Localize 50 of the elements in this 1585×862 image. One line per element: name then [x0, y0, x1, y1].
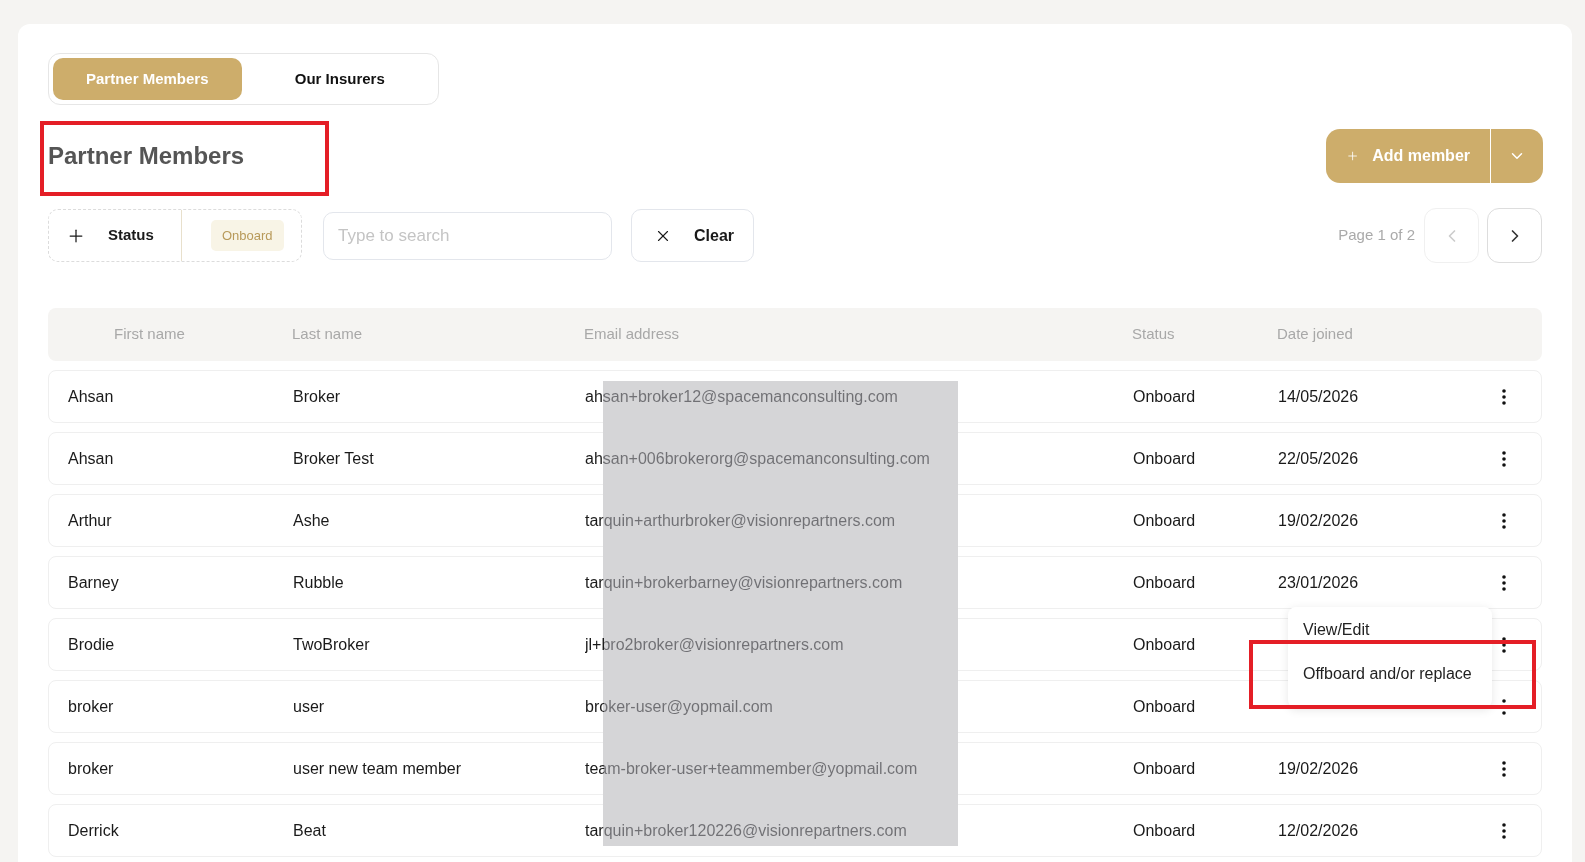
table-cell-text: Derrick — [68, 820, 119, 841]
table-cell-text: broker — [68, 696, 114, 717]
more-options-icon[interactable] — [1502, 512, 1506, 529]
table-cell-text: Ashe — [293, 510, 330, 531]
table-cell-text: 12/02/2026 — [1278, 820, 1359, 841]
status-filter-button[interactable]: Status — [49, 210, 182, 261]
table-cell-text: Brodie — [68, 634, 115, 655]
column-header: Status — [1132, 324, 1175, 345]
page-title: Partner Members — [48, 141, 245, 171]
filter-chip: Onboard — [211, 219, 284, 252]
menu-item[interactable]: View/Edit — [1303, 621, 1370, 639]
table-cell-text: Ahsan — [68, 448, 114, 469]
table-cell-text: broker — [68, 758, 114, 779]
table-cell-text: user new team member — [293, 758, 462, 779]
table-cell-text: Onboard — [1133, 758, 1196, 779]
table-cell-text: 23/01/2026 — [1278, 572, 1359, 593]
table-cell-text: 14/05/2026 — [1278, 386, 1359, 407]
table-cell-text: 19/02/2026 — [1278, 758, 1359, 779]
more-options-icon[interactable] — [1502, 388, 1506, 405]
table-cell-text: TwoBroker — [293, 634, 370, 655]
table-cell-text: Ahsan — [68, 386, 114, 407]
clear-button[interactable]: Clear — [631, 209, 754, 262]
table-cell-text: Onboard — [1133, 572, 1196, 593]
table-cell-text: Broker — [293, 386, 341, 407]
column-header: Last name — [292, 324, 363, 345]
more-options-icon[interactable] — [1502, 760, 1506, 777]
more-options-icon[interactable] — [1502, 450, 1506, 467]
table-cell-text: 19/02/2026 — [1278, 510, 1359, 531]
table-cell-text: Rubble — [293, 572, 344, 593]
table-cell-text: Onboard — [1133, 696, 1196, 717]
table-cell-text: 22/05/2026 — [1278, 448, 1359, 469]
more-options-icon[interactable] — [1502, 822, 1506, 839]
search-field[interactable]: Type to search — [323, 211, 612, 260]
table-cell-text: Onboard — [1133, 448, 1196, 469]
table-cell-text: Barney — [68, 572, 119, 593]
column-header: Email address — [584, 324, 680, 345]
column-header: Date joined — [1277, 324, 1353, 345]
table-cell-text: Beat — [293, 820, 326, 841]
table-cell-text: user — [293, 696, 325, 717]
table-cell-text: Onboard — [1133, 634, 1196, 655]
more-options-icon[interactable] — [1502, 574, 1506, 591]
table-cell-text: Arthur — [68, 510, 112, 531]
page-indicator: Page 1 of 2 — [1338, 225, 1415, 246]
table-cell-text: Onboard — [1133, 386, 1196, 407]
table-cell-text: Onboard — [1133, 820, 1196, 841]
menu-item[interactable]: Offboard and/or replace — [1303, 665, 1472, 683]
table-cell-text: Broker Test — [293, 448, 374, 469]
column-header: First name — [114, 324, 185, 345]
more-options-icon[interactable] — [1502, 636, 1506, 653]
table-cell-text: Onboard — [1133, 510, 1196, 531]
